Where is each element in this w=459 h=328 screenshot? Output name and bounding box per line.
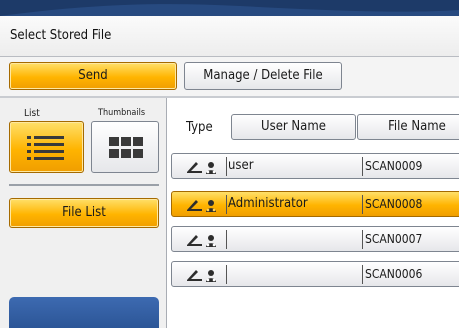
list-view-button[interactable]	[9, 121, 84, 173]
table-row[interactable]: SCAN0007	[171, 226, 459, 252]
row-file-name: SCAN0007	[365, 232, 423, 246]
list-view-label: List	[24, 108, 40, 119]
column-divider	[226, 195, 227, 214]
column-divider	[362, 265, 363, 284]
window-title: Select Stored File	[10, 28, 112, 43]
column-divider	[226, 230, 227, 249]
row-file-name: SCAN0008	[365, 197, 423, 211]
column-divider	[226, 157, 227, 176]
scanner-icon	[187, 162, 216, 174]
row-user-name: user	[228, 158, 254, 173]
column-divider	[362, 195, 363, 214]
table-row-selected[interactable]: Administrator SCAN0008	[171, 191, 459, 217]
thumbnails-view-button[interactable]	[91, 121, 159, 173]
title-bar: Select Stored File	[0, 16, 459, 57]
type-column-label: Type	[186, 120, 213, 135]
file-name-column-header[interactable]: File Name	[357, 114, 459, 140]
row-file-name: SCAN0009	[365, 159, 423, 173]
table-row[interactable]: SCAN0006	[171, 261, 459, 287]
thumbnails-view-label: Thumbnails	[98, 108, 146, 118]
user-name-column-header[interactable]: User Name	[231, 114, 356, 140]
send-button[interactable]: Send	[9, 62, 177, 90]
sidebar-blue-panel[interactable]	[9, 297, 159, 328]
scanner-icon	[187, 200, 216, 212]
column-divider	[226, 265, 227, 284]
scanner-icon	[187, 270, 216, 282]
table-row[interactable]: user SCAN0009	[171, 153, 459, 179]
scanner-icon	[187, 235, 216, 247]
app-window: Select Stored File Send Manage / Delete …	[0, 0, 459, 328]
row-user-name: Administrator	[228, 196, 308, 211]
manage-delete-file-button[interactable]: Manage / Delete File	[184, 62, 342, 90]
file-list-button[interactable]: File List	[9, 198, 159, 228]
top-banner	[0, 0, 459, 16]
column-divider	[362, 157, 363, 176]
sidebar-separator	[9, 184, 159, 186]
grid-icon	[109, 137, 143, 158]
list-icon	[27, 136, 64, 160]
row-file-name: SCAN0006	[365, 267, 423, 281]
column-divider	[362, 230, 363, 249]
